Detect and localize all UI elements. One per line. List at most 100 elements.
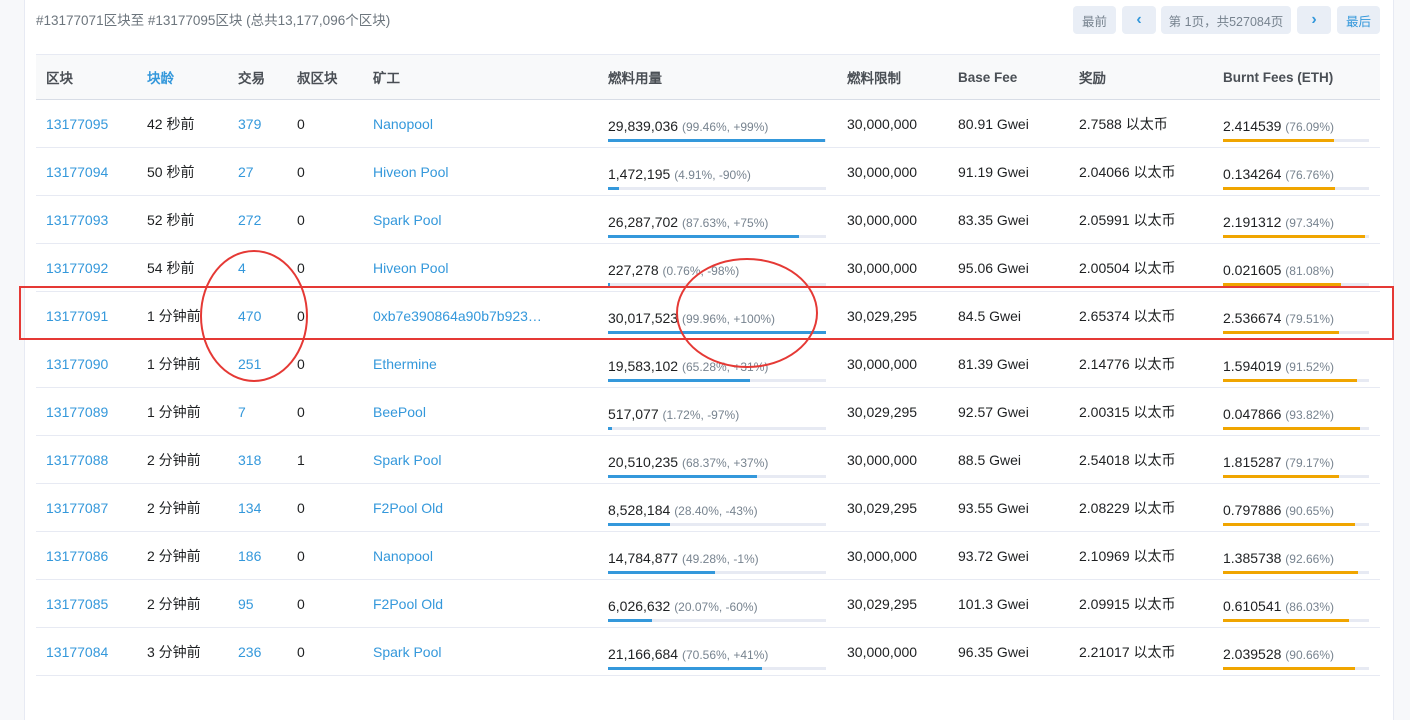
block-number-link[interactable]: 13177093	[46, 212, 108, 228]
burnt-fees-percent: (97.34%)	[1285, 215, 1334, 230]
block-number-link[interactable]: 13177086	[46, 548, 108, 564]
burnt-fees-percent: (79.17%)	[1285, 455, 1334, 470]
chevron-left-icon: ‹	[1136, 11, 1142, 28]
block-number-link[interactable]: 13177095	[46, 116, 108, 132]
block-reward: 2.10969 以太币	[1079, 547, 1176, 564]
next-page-button[interactable]: ›	[1297, 6, 1331, 34]
block-number-link[interactable]: 13177089	[46, 404, 108, 420]
uncle-count: 0	[297, 163, 305, 180]
burnt-fees-bar	[1223, 186, 1369, 190]
burnt-fees-value: 1.594019	[1223, 357, 1282, 374]
miner-link[interactable]: Hiveon Pool	[373, 260, 449, 276]
base-fee: 91.19 Gwei	[958, 163, 1029, 180]
gas-used-bar-fill	[608, 186, 619, 190]
block-age: 54 秒前	[147, 259, 195, 276]
burnt-fees-bar-fill	[1223, 282, 1342, 286]
txn-count-link[interactable]: 186	[238, 548, 261, 564]
burnt-fees-percent: (90.66%)	[1285, 647, 1334, 662]
burnt-fees-cell: 2.191312 (97.34%)	[1223, 210, 1369, 238]
txn-count-link[interactable]: 379	[238, 116, 261, 132]
block-number-link[interactable]: 13177091	[46, 308, 108, 324]
burnt-fees-cell: 1.385738 (92.66%)	[1223, 546, 1369, 574]
miner-link[interactable]: 0xb7e390864a90b7b923…	[373, 308, 542, 324]
last-page-button[interactable]: 最后	[1337, 6, 1380, 34]
miner-link[interactable]: Spark Pool	[373, 212, 441, 228]
burnt-fees-value: 0.610541	[1223, 597, 1282, 614]
miner-link[interactable]: BeePool	[373, 404, 426, 420]
gas-used-value: 29,839,036	[608, 117, 679, 134]
burnt-fees-bar	[1223, 522, 1369, 526]
gas-used-bar-fill	[608, 282, 610, 286]
txn-count-link[interactable]: 7	[238, 404, 246, 420]
miner-link[interactable]: Ethermine	[373, 356, 437, 372]
gas-used-cell: 227,278 (0.76%, -98%)	[608, 258, 826, 286]
txn-count-link[interactable]: 251	[238, 356, 261, 372]
gas-used-value: 26,287,702	[608, 213, 679, 230]
burnt-fees-percent: (86.03%)	[1285, 599, 1334, 614]
gas-used-percent: (49.28%, -1%)	[681, 551, 759, 566]
table-row: 13177085 2 分钟前 95 0 F2Pool Old 6,026,632 (20.…	[36, 579, 1380, 628]
gas-limit: 30,029,295	[847, 499, 918, 516]
block-reward: 2.54018 以太币	[1079, 451, 1176, 468]
txn-count-link[interactable]: 272	[238, 212, 261, 228]
gas-used-percent: (99.46%, +99%)	[681, 119, 769, 134]
block-number-link[interactable]: 13177090	[46, 356, 108, 372]
burnt-fees-cell: 0.021605 (81.08%)	[1223, 258, 1369, 286]
block-age: 2 分钟前	[147, 451, 201, 468]
col-age[interactable]: 块龄	[137, 54, 228, 100]
txn-count-link[interactable]: 95	[238, 596, 254, 612]
miner-link[interactable]: Spark Pool	[373, 644, 441, 660]
uncle-count: 0	[297, 595, 305, 612]
block-age: 2 分钟前	[147, 595, 201, 612]
base-fee: 96.35 Gwei	[958, 643, 1029, 660]
gas-used-value: 30,017,523	[608, 309, 679, 326]
burnt-fees-value: 0.797886	[1223, 501, 1282, 518]
col-txn: 交易	[228, 54, 287, 100]
burnt-fees-bar	[1223, 234, 1369, 238]
txn-count-link[interactable]: 134	[238, 500, 261, 516]
gas-used-cell: 29,839,036 (99.46%, +99%)	[608, 114, 826, 142]
block-number-link[interactable]: 13177085	[46, 596, 108, 612]
miner-link[interactable]: Nanopool	[373, 548, 433, 564]
txn-count-link[interactable]: 4	[238, 260, 246, 276]
first-page-button[interactable]: 最前	[1073, 6, 1116, 34]
miner-link[interactable]: Spark Pool	[373, 452, 441, 468]
txn-count-link[interactable]: 27	[238, 164, 254, 180]
burnt-fees-bar	[1223, 618, 1369, 622]
burnt-fees-percent: (90.65%)	[1285, 503, 1334, 518]
burnt-fees-bar-fill	[1223, 426, 1360, 430]
gas-used-bar-fill	[608, 378, 751, 382]
col-gas-used: 燃料用量	[598, 54, 837, 100]
uncle-count: 0	[297, 643, 305, 660]
burnt-fees-bar-fill	[1223, 522, 1356, 526]
miner-link[interactable]: F2Pool Old	[373, 596, 443, 612]
gas-used-value: 21,166,684	[608, 645, 679, 662]
gas-used-cell: 26,287,702 (87.63%, +75%)	[608, 210, 826, 238]
prev-page-button[interactable]: ‹	[1122, 6, 1156, 34]
block-age: 1 分钟前	[147, 355, 201, 372]
burnt-fees-value: 0.134264	[1223, 165, 1282, 182]
burnt-fees-cell: 1.594019 (91.52%)	[1223, 354, 1369, 382]
txn-count-link[interactable]: 318	[238, 452, 261, 468]
burnt-fees-value: 0.047866	[1223, 405, 1282, 422]
block-number-link[interactable]: 13177087	[46, 500, 108, 516]
gas-used-cell: 20,510,235 (68.37%, +37%)	[608, 450, 826, 478]
burnt-fees-percent: (76.76%)	[1285, 167, 1334, 182]
miner-link[interactable]: F2Pool Old	[373, 500, 443, 516]
block-number-link[interactable]: 13177084	[46, 644, 108, 660]
miner-link[interactable]: Hiveon Pool	[373, 164, 449, 180]
txn-count-link[interactable]: 470	[238, 308, 261, 324]
block-number-link[interactable]: 13177092	[46, 260, 108, 276]
gas-used-bar	[608, 186, 826, 190]
uncle-count: 1	[297, 451, 305, 468]
chevron-right-icon: ›	[1311, 11, 1317, 28]
table-row: 13177090 1 分钟前 251 0 Ethermine 19,583,102 (65…	[36, 339, 1380, 388]
txn-count-link[interactable]: 236	[238, 644, 261, 660]
block-number-link[interactable]: 13177088	[46, 452, 108, 468]
gas-used-bar-fill	[608, 618, 652, 622]
miner-link[interactable]: Nanopool	[373, 116, 433, 132]
table-row: 13177094 50 秒前 27 0 Hiveon Pool 1,472,195 (4.…	[36, 147, 1380, 196]
block-number-link[interactable]: 13177094	[46, 164, 108, 180]
base-fee: 92.57 Gwei	[958, 403, 1029, 420]
base-fee: 83.35 Gwei	[958, 211, 1029, 228]
